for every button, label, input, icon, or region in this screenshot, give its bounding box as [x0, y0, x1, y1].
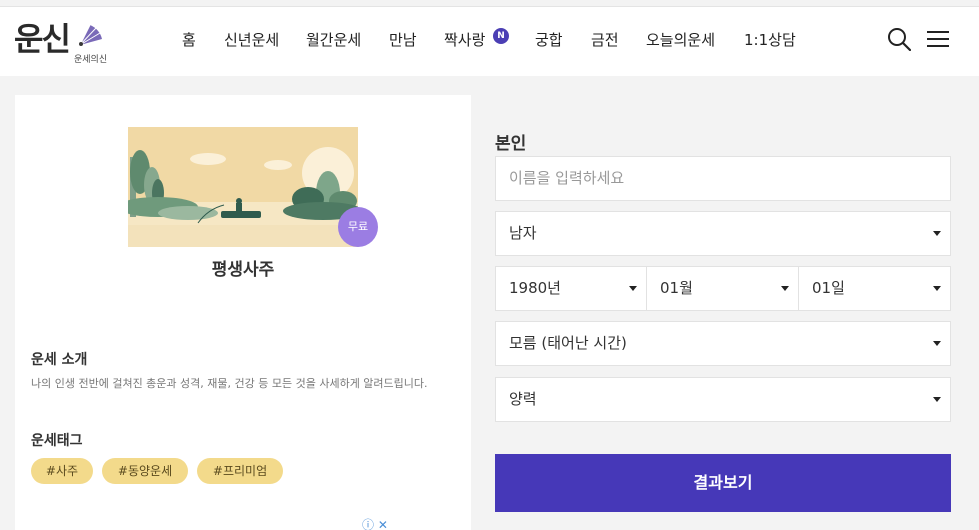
new-badge: N	[493, 28, 509, 44]
nav-item-new-year[interactable]: 신년운세	[224, 27, 279, 53]
birth-time-select[interactable]: 모름 (태어난 시간)	[495, 321, 951, 366]
site-header: 운신 운세의신 홈 신년운세 월간운세 만남 짝사랑 궁합 금전 오늘의운세 1…	[0, 7, 979, 76]
info-icon[interactable]: ⓘ	[362, 518, 374, 530]
caret-down-icon	[933, 341, 941, 346]
search-icon[interactable]	[887, 27, 911, 51]
tag-eastern[interactable]: #동양운세	[102, 458, 188, 484]
form-section-title: 본인	[495, 134, 527, 154]
year-select[interactable]: 1980년	[495, 266, 647, 311]
nav-item-money[interactable]: 금전	[591, 27, 619, 53]
intro-text: 나의 인생 전반에 걸쳐진 총운과 성격, 재물, 건강 등 모든 것을 사세하…	[31, 377, 428, 390]
month-value: 01월	[660, 279, 693, 297]
tag-saju[interactable]: #사주	[31, 458, 93, 484]
caret-down-icon	[933, 286, 941, 291]
day-value: 01일	[812, 279, 845, 297]
caret-down-icon	[629, 286, 637, 291]
product-card: 무료 평생사주 운세 소개 나의 인생 전반에 걸쳐진 총운과 성격, 재물, …	[15, 95, 471, 530]
nav-item-home[interactable]: 홈	[182, 27, 196, 53]
nav-item-meeting[interactable]: 만남	[389, 27, 417, 53]
caret-down-icon	[781, 286, 789, 291]
caret-down-icon	[933, 397, 941, 402]
caret-down-icon	[933, 231, 941, 236]
calendar-select[interactable]: 양력	[495, 377, 951, 422]
top-strip	[0, 0, 979, 7]
gender-select[interactable]: 남자	[495, 211, 951, 256]
site-logo[interactable]: 운신 운세의신	[14, 19, 114, 65]
tag-premium[interactable]: #프리미엄	[197, 458, 283, 484]
ad-controls: ⓘ ✕	[362, 516, 388, 530]
nav-item-today[interactable]: 오늘의운세	[646, 27, 715, 53]
gender-value: 남자	[509, 224, 537, 242]
nav-item-monthly[interactable]: 월간운세	[306, 27, 361, 53]
nav-item-compatibility[interactable]: 궁합	[535, 27, 563, 53]
nav-item-consult[interactable]: 1:1상담	[744, 27, 796, 53]
month-select[interactable]: 01월	[646, 266, 799, 311]
day-select[interactable]: 01일	[798, 266, 951, 311]
year-value: 1980년	[509, 279, 561, 297]
birth-time-value: 모름 (태어난 시간)	[509, 334, 627, 352]
tags-heading: 운세태그	[31, 433, 83, 449]
intro-heading: 운세 소개	[31, 352, 88, 368]
fan-icon	[79, 24, 102, 46]
product-title: 평생사주	[211, 260, 275, 280]
nav-item-crush[interactable]: 짝사랑	[444, 27, 485, 53]
name-input[interactable]: 이름을 입력하세요	[495, 156, 951, 201]
free-badge: 무료	[338, 207, 378, 247]
product-thumbnail	[128, 127, 358, 247]
close-icon[interactable]: ✕	[378, 518, 388, 530]
result-button[interactable]: 결과보기	[495, 454, 951, 512]
menu-icon[interactable]	[927, 29, 949, 49]
calendar-value: 양력	[509, 390, 537, 408]
logo-subtitle: 운세의신	[74, 55, 108, 65]
logo-text: 운신	[14, 20, 71, 58]
